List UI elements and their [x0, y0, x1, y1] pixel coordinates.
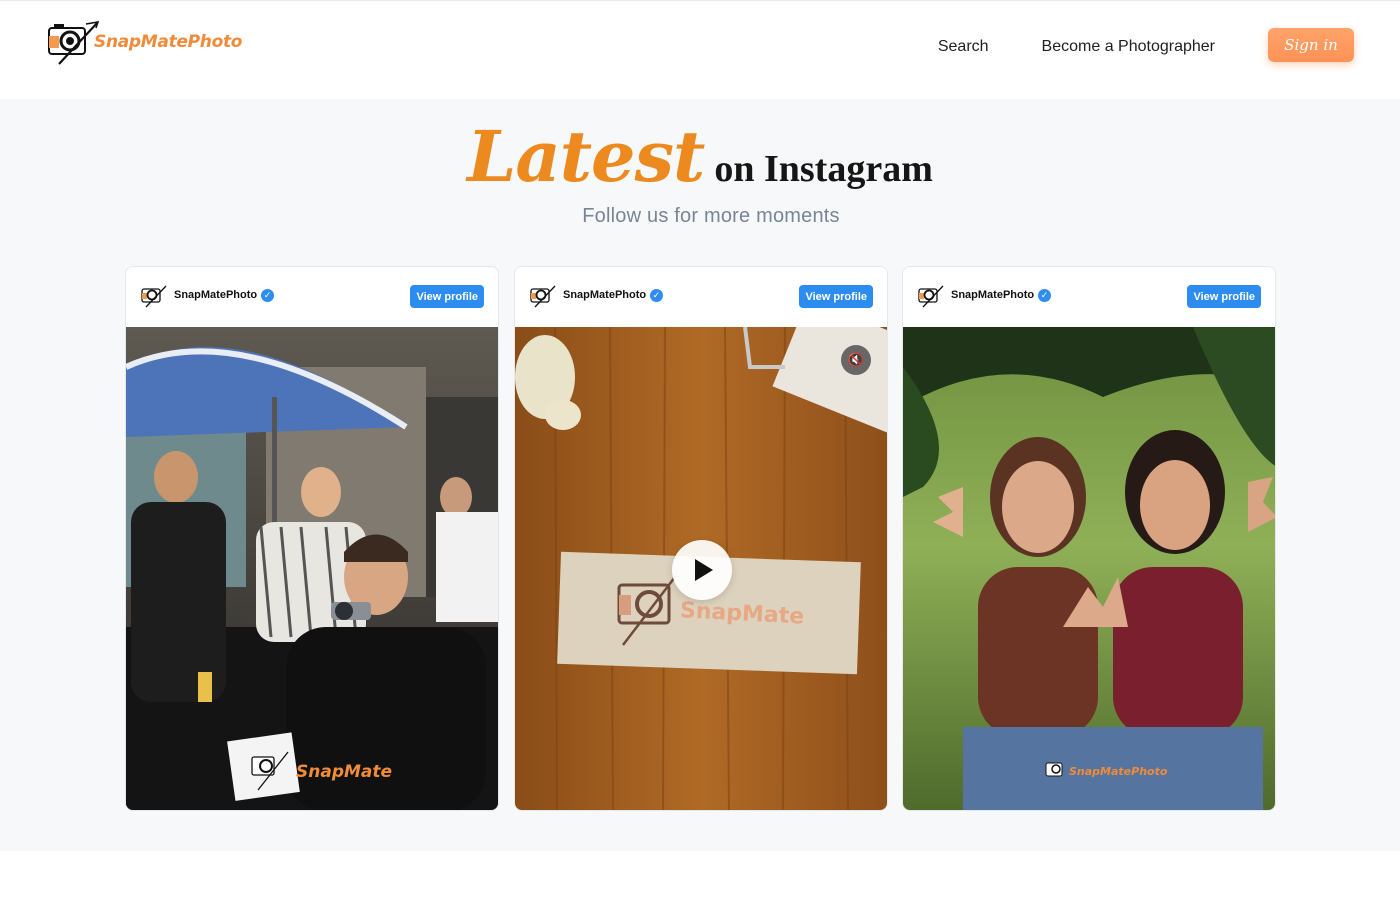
- watermark-text: SnapMate: [296, 762, 392, 782]
- brand-name: SnapMatePhoto: [94, 32, 243, 52]
- verified-badge-icon: ✓: [650, 289, 663, 302]
- section-title-accent: Latest: [467, 115, 705, 198]
- post-photo[interactable]: SnapMate: [126, 327, 498, 810]
- section-title: Latest on Instagram: [0, 115, 1400, 198]
- post-header: SnapMatePhoto ✓ View profile: [515, 267, 887, 327]
- post-header: SnapMatePhoto ✓ View profile: [126, 267, 498, 327]
- view-profile-button[interactable]: View profile: [1187, 285, 1261, 308]
- post-photo[interactable]: SnapMatePhoto: [903, 327, 1275, 810]
- play-button[interactable]: [672, 540, 732, 600]
- friends-photo-image: SnapMatePhoto: [903, 327, 1275, 810]
- nav-become-photographer-link[interactable]: Become a Photographer: [1042, 36, 1215, 58]
- instagram-post-card[interactable]: SnapMatePhoto ✓ View profile: [902, 266, 1276, 811]
- verified-badge-icon: ✓: [1038, 289, 1051, 302]
- account-avatar-icon: [918, 285, 944, 308]
- brand-logo[interactable]: SnapMatePhoto: [46, 18, 242, 68]
- verified-badge-icon: ✓: [261, 289, 274, 302]
- account-name[interactable]: SnapMatePhoto: [951, 289, 1034, 301]
- account-avatar-icon: [141, 285, 167, 308]
- main-nav: Search Become a Photographer Sign in: [938, 28, 1354, 62]
- section-title-rest: on Instagram: [714, 148, 933, 190]
- watermark-text: SnapMatePhoto: [1069, 765, 1168, 778]
- top-navbar: SnapMatePhoto Search Become a Photograph…: [0, 0, 1400, 99]
- instagram-post-card[interactable]: SnapMatePhoto ✓ View profile: [514, 266, 888, 811]
- view-profile-button[interactable]: View profile: [410, 285, 484, 308]
- party-photo-image: SnapMate: [126, 327, 498, 810]
- mute-icon[interactable]: 🔇: [841, 345, 871, 375]
- sign-in-button[interactable]: Sign in: [1268, 28, 1354, 62]
- post-video[interactable]: SnapMate 🔇: [515, 327, 887, 810]
- account-avatar-icon: [530, 285, 556, 308]
- post-header: SnapMatePhoto ✓ View profile: [903, 267, 1275, 327]
- instagram-post-card[interactable]: SnapMatePhoto ✓ View profile: [125, 266, 499, 811]
- nav-search-link[interactable]: Search: [938, 36, 989, 58]
- view-profile-button[interactable]: View profile: [799, 285, 873, 308]
- account-name[interactable]: SnapMatePhoto: [174, 289, 257, 301]
- account-name[interactable]: SnapMatePhoto: [563, 289, 646, 301]
- section-subtitle: Follow us for more moments: [582, 205, 840, 227]
- instagram-section: Latest on Instagram Follow us for more mo…: [0, 99, 1400, 851]
